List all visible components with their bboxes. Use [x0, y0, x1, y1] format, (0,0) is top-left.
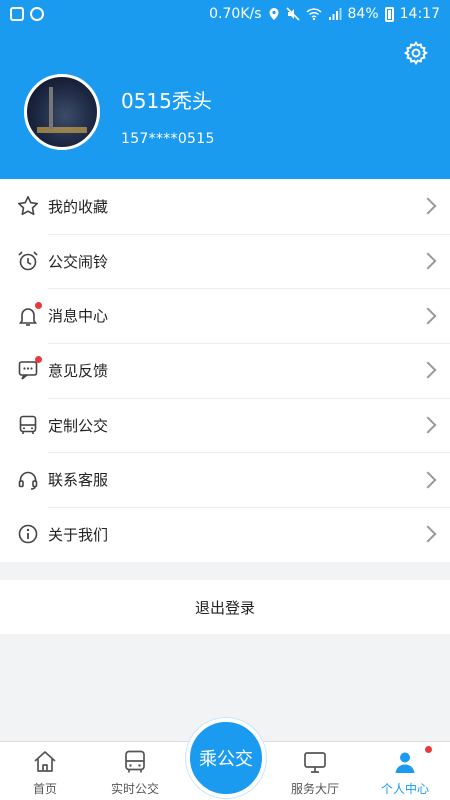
tab-realtime-bus[interactable]: 实时公交	[90, 742, 180, 800]
settings-gear-icon[interactable]	[403, 40, 429, 66]
network-speed: 0.70K/s	[209, 6, 262, 22]
menu-item-messages[interactable]: 消息中心	[0, 288, 450, 343]
star-icon	[18, 196, 38, 216]
mute-icon	[285, 7, 300, 21]
menu-item-about-us[interactable]: 关于我们	[0, 507, 450, 562]
menu-item-bus-alarm[interactable]: 公交闹铃	[0, 233, 450, 289]
signal-icon	[328, 8, 342, 20]
chevron-right-icon	[419, 471, 437, 489]
phone-number: 157****0515	[121, 131, 215, 147]
tab-label: 服务大厅	[290, 782, 339, 796]
user-icon	[395, 752, 415, 773]
profile-header: 0.70K/s 84% 14:17 0515秃头 157****0515	[0, 0, 450, 179]
menu-label: 我的收藏	[48, 197, 109, 216]
bus-icon	[125, 750, 145, 773]
battery-percent: 84%	[347, 6, 379, 22]
wifi-icon	[305, 8, 322, 21]
battery-icon	[384, 6, 394, 22]
menu-label: 意见反馈	[48, 361, 109, 380]
status-bar: 0.70K/s 84% 14:17	[0, 0, 450, 28]
app-notification-icon	[10, 7, 24, 21]
logout-button[interactable]: 退出登录	[0, 580, 450, 634]
chevron-right-icon	[419, 307, 437, 325]
username[interactable]: 0515秃头	[121, 85, 212, 114]
tab-label: 实时公交	[110, 782, 159, 796]
account-icon	[30, 7, 44, 21]
menu-item-custom-bus[interactable]: 定制公交	[0, 397, 450, 453]
clock: 14:17	[399, 6, 440, 22]
menu-label: 公交闹铃	[48, 252, 109, 271]
chevron-right-icon	[419, 197, 437, 215]
location-icon	[269, 8, 279, 20]
ride-bus-button[interactable]: 乘公交	[186, 718, 266, 798]
tab-label: 首页	[32, 782, 57, 796]
menu-label: 关于我们	[48, 525, 109, 544]
tab-service-hall[interactable]: 服务大厅	[270, 742, 360, 800]
menu-item-customer-service[interactable]: 联系客服	[0, 452, 450, 507]
notification-dot	[425, 746, 432, 753]
menu-label: 定制公交	[48, 416, 109, 435]
unread-badge	[35, 356, 42, 364]
alarm-clock-icon	[18, 251, 38, 271]
monitor-icon	[304, 752, 326, 773]
bell-icon	[16, 301, 42, 328]
info-icon	[18, 525, 38, 544]
tab-label: 个人中心	[380, 782, 429, 796]
avatar[interactable]	[24, 74, 100, 150]
menu-item-favorites[interactable]: 我的收藏	[0, 179, 450, 234]
chevron-right-icon	[419, 361, 437, 379]
bus-icon	[19, 415, 37, 435]
unread-badge	[35, 301, 42, 309]
chevron-right-icon	[419, 252, 437, 270]
profile-menu: 我的收藏 公交闹铃 消息中心 意见反馈 定制公交 联系客服 关于我们	[0, 179, 450, 562]
menu-item-feedback[interactable]: 意见反馈	[0, 343, 450, 398]
tab-home[interactable]: 首页	[0, 742, 90, 800]
feedback-icon	[16, 356, 42, 382]
chevron-right-icon	[419, 416, 437, 434]
home-icon	[34, 751, 56, 772]
tab-personal-center[interactable]: 个人中心	[360, 742, 450, 800]
menu-label: 消息中心	[48, 307, 109, 326]
headset-icon	[18, 471, 38, 490]
chevron-right-icon	[419, 525, 437, 543]
menu-label: 联系客服	[48, 471, 109, 490]
